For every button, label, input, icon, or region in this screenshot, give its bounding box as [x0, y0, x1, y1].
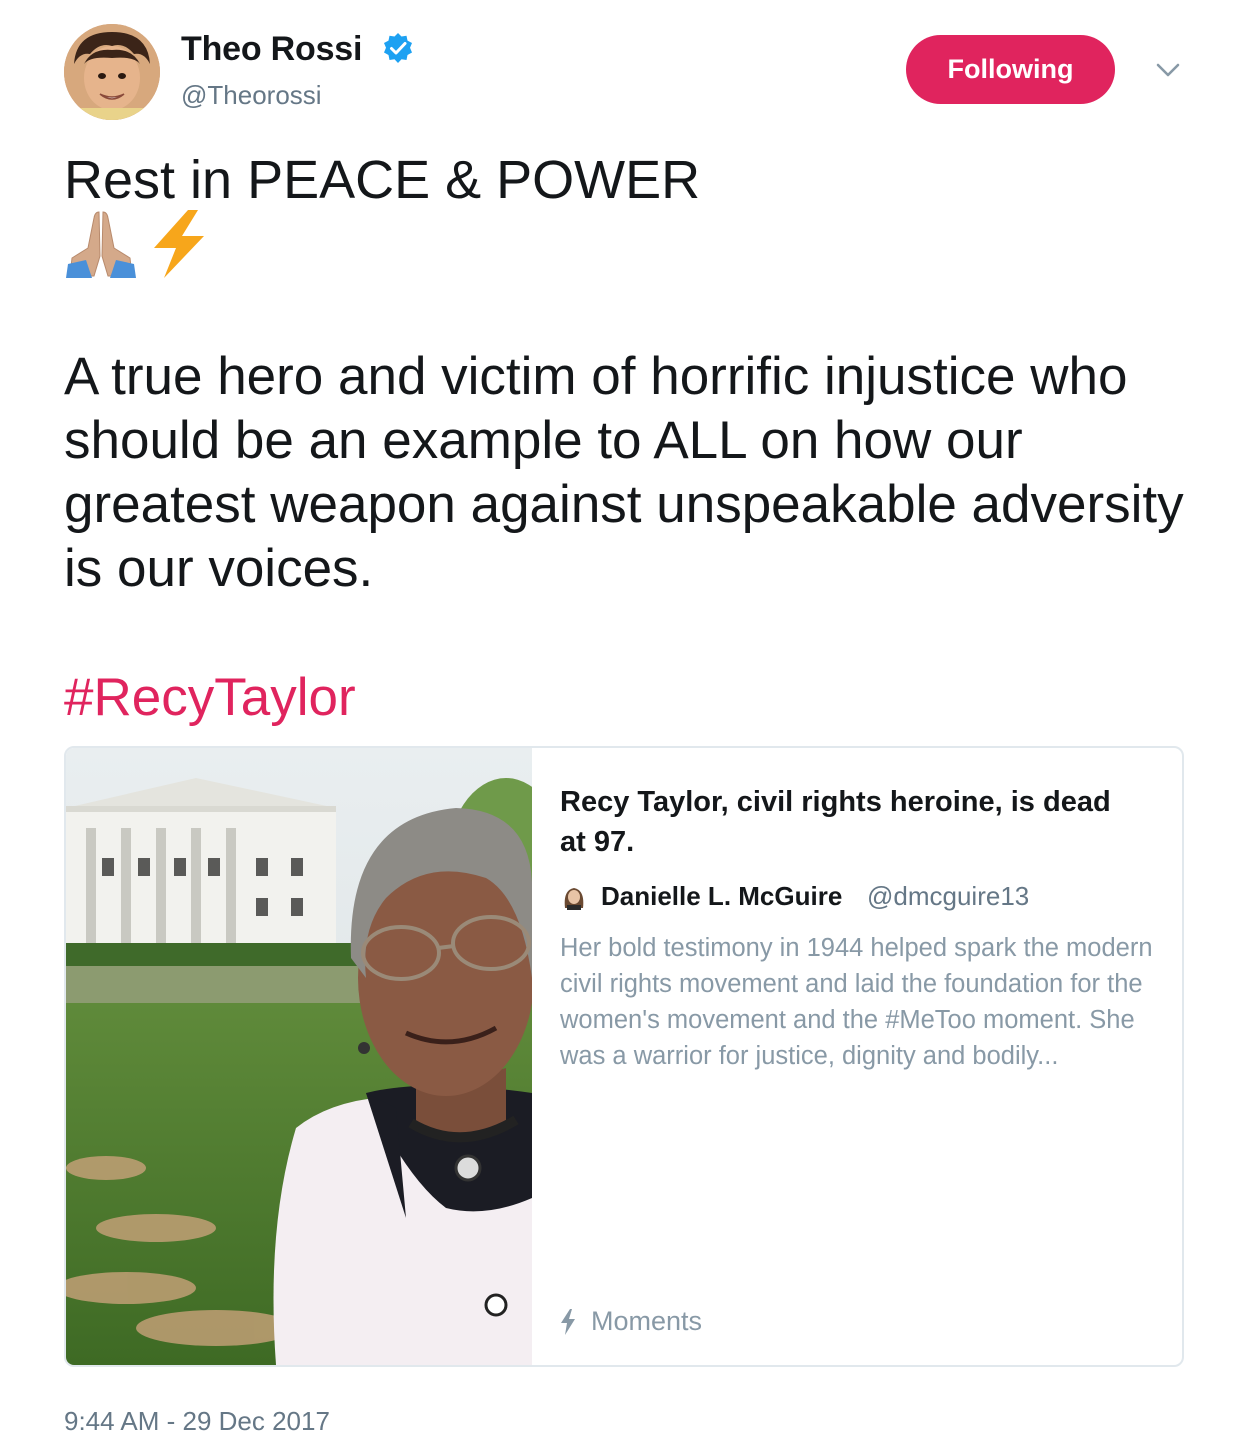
chevron-down-icon[interactable]	[1152, 56, 1184, 84]
card-title[interactable]: Recy Taylor, civil rights heroine, is de…	[560, 782, 1130, 862]
hashtag-link[interactable]: #RecyTaylor	[64, 666, 356, 730]
lightning-icon	[561, 1309, 575, 1335]
card-author-handle[interactable]: @dmcguire13	[867, 881, 1029, 912]
tweet-timestamp[interactable]: 9:44 AM - 29 Dec 2017	[64, 1406, 330, 1437]
profile-photo-icon	[64, 24, 160, 120]
verified-badge-icon	[384, 33, 412, 63]
tweet-body-text: A true hero and victim of horrific injus…	[64, 347, 1184, 598]
following-button[interactable]: Following	[906, 35, 1115, 104]
card-image	[66, 748, 566, 1365]
moment-card[interactable]: Recy Taylor, civil rights heroine, is de…	[64, 746, 1184, 1367]
card-author-avatar-icon	[561, 884, 587, 910]
tweet: Theo Rossi @Theorossi Following Rest in …	[0, 0, 1250, 1452]
card-author-name[interactable]: Danielle L. McGuire	[601, 881, 842, 912]
author-avatar[interactable]	[64, 24, 160, 120]
card-description: Her bold testimony in 1944 helped spark …	[560, 934, 1153, 1070]
recy-taylor-photo-icon	[66, 748, 566, 1365]
tweet-text-line1: Rest in PEACE & POWER	[64, 150, 701, 210]
moments-label: Moments	[591, 1306, 703, 1336]
folded-hands-emoji	[66, 211, 136, 278]
author-handle[interactable]: @Theorossi	[181, 80, 322, 111]
lightning-emoji	[154, 210, 204, 278]
author-display-name[interactable]: Theo Rossi	[181, 30, 362, 69]
